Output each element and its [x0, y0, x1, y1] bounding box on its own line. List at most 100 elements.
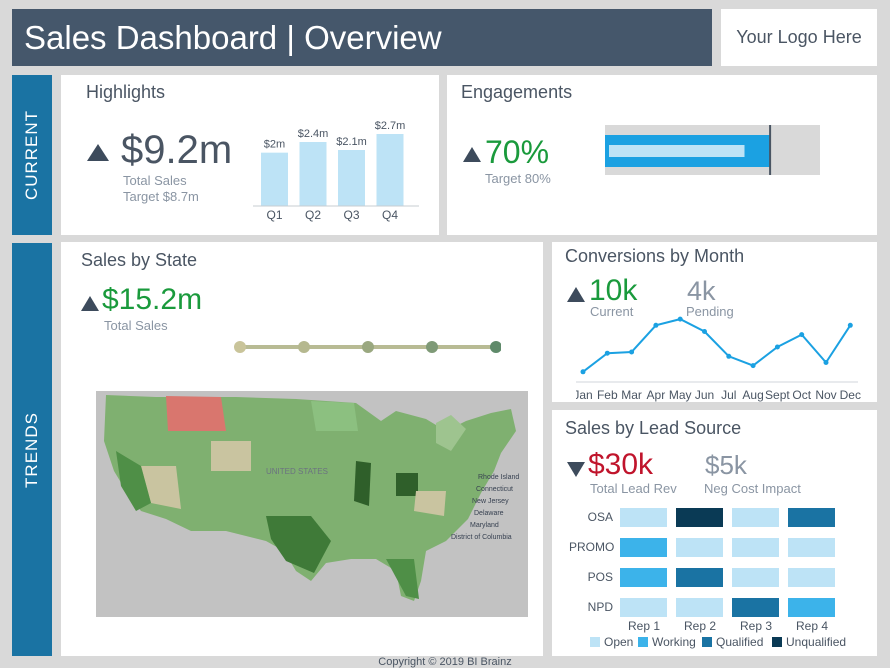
legend-dot — [362, 341, 374, 353]
heatmap-col-label: Rep 3 — [739, 619, 773, 633]
map-label: Connecticut — [476, 486, 513, 493]
legend-item: Open — [590, 635, 633, 649]
highlights-panel: Highlights $9.2m Total Sales Target $8.7… — [61, 75, 439, 235]
x-tick-label: Apr — [647, 388, 666, 402]
legend-label: Unqualified — [786, 635, 847, 649]
engagements-value: 70% — [485, 134, 550, 170]
bar-data-label: $2.7m — [375, 120, 406, 132]
heatmap-row-label: POS — [587, 570, 613, 584]
bar-Q3 — [338, 150, 365, 206]
tab-current[interactable]: CURRENT — [12, 75, 52, 235]
x-tick-label: Feb — [597, 388, 618, 402]
heatmap-cell — [676, 538, 723, 557]
bullet-actual-inner — [609, 145, 745, 157]
x-tick-label: Q4 — [382, 208, 398, 222]
up-arrow-icon — [567, 287, 585, 302]
map-state-illinois — [354, 461, 371, 506]
map-state-wyoming — [211, 441, 251, 471]
heatmap-row-label: PROMO — [569, 540, 615, 554]
x-tick-label: Jun — [695, 388, 714, 402]
heatmap-cell — [620, 568, 667, 587]
heatmap-cell — [732, 538, 779, 557]
legend-item: Qualified — [702, 635, 763, 649]
copyright-text: Copyright © 2019 BI Brainz — [378, 656, 512, 668]
heatmap-cell — [676, 598, 723, 617]
legend-swatch — [772, 637, 782, 647]
x-tick-label: Oct — [792, 388, 811, 402]
heatmap-cell — [732, 568, 779, 587]
map-label: Rhode Island — [478, 474, 519, 481]
heatmap-cell — [788, 568, 835, 587]
legend-item: Working — [638, 635, 696, 649]
heatmap-cell — [620, 538, 667, 557]
x-tick-label: Mar — [621, 388, 642, 402]
heatmap-cell — [620, 508, 667, 527]
map-label-country: UNITED STATES — [266, 467, 328, 476]
conversions-pending-value: 4k — [687, 276, 716, 306]
point-Nov — [823, 360, 829, 365]
legend-swatch — [638, 637, 648, 647]
tab-current-label: CURRENT — [22, 109, 41, 201]
point-Dec — [847, 322, 853, 328]
heatmap-col-label: Rep 2 — [683, 619, 717, 633]
engagements-bullet-chart — [605, 125, 820, 175]
map-label: New Jersey — [472, 498, 509, 505]
legend-item: Unqualified — [772, 635, 846, 649]
point-Aug — [750, 363, 756, 369]
engagements-target: Target 80% — [485, 171, 551, 186]
heatmap-cell — [620, 598, 667, 617]
sales-by-state-panel: Sales by State $15.2m Total Sales UNITED… — [61, 242, 543, 656]
engagements-title: Engagements — [461, 82, 573, 102]
x-tick-label: Q2 — [305, 208, 321, 222]
engagements-panel: Engagements 70% Target 80% — [447, 75, 877, 235]
legend-dot — [234, 341, 246, 353]
bar-data-label: $2m — [264, 139, 285, 151]
x-tick-label: Q1 — [266, 208, 282, 222]
lead-source-heatmap: OSA PROMO POS NPD Rep 1 Rep 2 Rep 3 Rep 4 Open Wo… — [552, 410, 877, 656]
conversions-panel: Conversions by Month 10k Current 4k Pend… — [552, 242, 877, 402]
x-tick-label: Aug — [742, 388, 763, 402]
heatmap-col-label: Rep 4 — [795, 619, 829, 633]
legend-label: Open — [604, 635, 634, 649]
point-May — [677, 316, 683, 322]
x-tick-label: Q3 — [343, 208, 359, 222]
tab-trends[interactable]: TRENDS — [12, 243, 52, 656]
legend-label: Working — [652, 635, 696, 649]
logo-text: Your Logo Here — [736, 27, 862, 47]
heatmap-cell — [788, 508, 835, 527]
legend-swatch — [590, 637, 600, 647]
point-Jan — [580, 369, 586, 375]
heatmap-cell — [676, 508, 723, 527]
tab-trends-label: TRENDS — [22, 411, 41, 488]
header-bar: Sales Dashboard | Overview — [12, 9, 712, 66]
legend-dot — [298, 341, 310, 353]
sales-by-state-label: Total Sales — [104, 318, 168, 333]
x-tick-label: Jul — [721, 388, 736, 402]
up-arrow-icon — [463, 147, 481, 162]
highlights-value: $9.2m — [121, 128, 233, 172]
point-Feb — [604, 350, 610, 356]
conversions-title: Conversions by Month — [565, 246, 745, 266]
highlights-label: Total Sales — [123, 173, 187, 188]
heatmap-cell — [732, 598, 779, 617]
sales-by-state-title: Sales by State — [81, 250, 198, 270]
conversions-line-chart: Jan Feb Mar Apr May Jun Jul Aug Sept Oct Nov Dec — [576, 316, 861, 402]
map-label: District of Columbia — [451, 534, 512, 541]
heatmap-col-label: Rep 1 — [627, 619, 661, 633]
x-tick-label: Jan — [576, 388, 593, 402]
highlights-target: Target $8.7m — [123, 189, 199, 204]
point-Jul — [726, 353, 732, 359]
bar-Q1 — [261, 152, 288, 206]
point-Apr — [653, 322, 659, 328]
highlights-bar-chart: $2m Q1 $2.4m Q2 $2.1m Q3 $2.7m Q4 — [253, 120, 419, 222]
legend-dot — [426, 341, 438, 353]
heatmap-cell — [676, 568, 723, 587]
legend-swatch — [702, 637, 712, 647]
conversions-current-value: 10k — [589, 274, 638, 307]
conversions-series-line — [582, 318, 852, 373]
map-state-montana — [166, 396, 226, 431]
heatmap-row-label: NPD — [587, 600, 613, 614]
logo-placeholder: Your Logo Here — [721, 9, 877, 66]
heatmap-cell — [732, 508, 779, 527]
legend-dot — [490, 341, 501, 353]
